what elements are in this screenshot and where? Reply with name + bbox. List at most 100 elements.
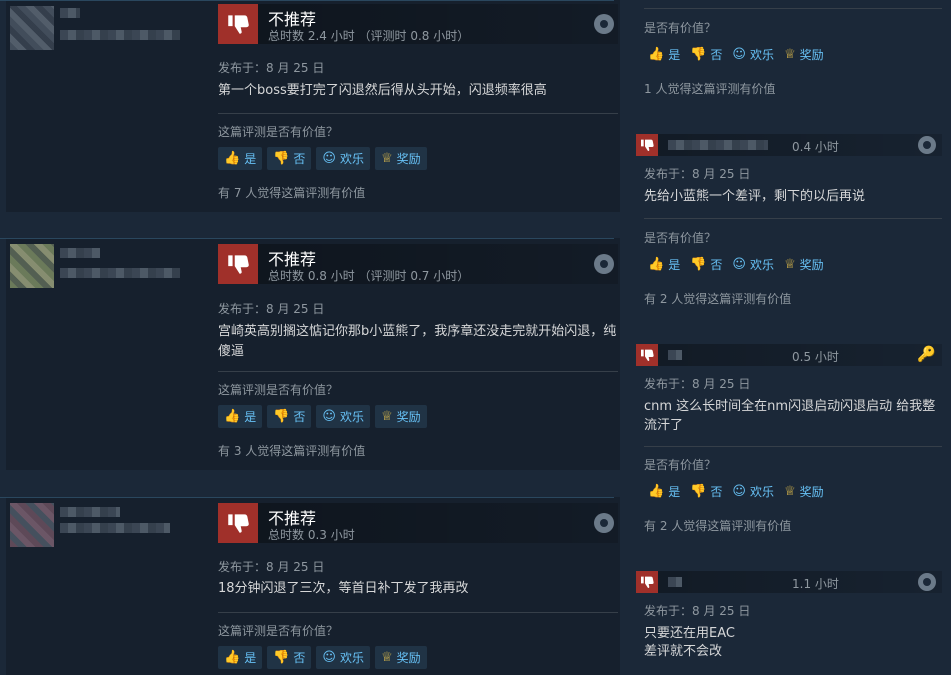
review-card-small: 1.1 小时 发布于：8 月 25 日 只要还在用EAC 差评就不会改 xyxy=(636,571,946,675)
vote-funny-button[interactable]: ☺ 欢乐 xyxy=(316,405,370,428)
playtime: 总时数 0.8 小时 （评测时 0.7 小时） xyxy=(268,269,470,283)
posted-date: 发布于：8 月 25 日 xyxy=(218,302,325,316)
steam-icon xyxy=(918,136,936,154)
award-button[interactable]: ♕ 奖励 xyxy=(780,480,828,503)
vote-buttons: 👍 是 👎 否 ☺ 欢乐 ♕ 奖励 xyxy=(644,253,828,276)
award-button[interactable]: ♕ 奖励 xyxy=(780,253,828,276)
vote-funny-button[interactable]: ☺ 欢乐 xyxy=(728,253,778,276)
reviewer-name[interactable] xyxy=(60,8,80,18)
vote-yes-button[interactable]: 👍 是 xyxy=(218,405,263,428)
award-button[interactable]: ♕ 奖励 xyxy=(374,646,427,669)
vote-buttons: 👍 是 👎 否 ☺ 欢乐 ♕ 奖励 xyxy=(644,43,828,66)
yes-label: 是 xyxy=(244,410,257,424)
vote-header[interactable]: 不推荐 总时数 2.4 小时 （评测时 0.8 小时） xyxy=(218,4,618,44)
thumbs-up-icon: 👍 xyxy=(224,409,241,424)
vote-yes-button[interactable]: 👍 是 xyxy=(644,253,684,276)
vote-header[interactable]: 0.5 小时 🔑 xyxy=(636,344,942,366)
posted-date: 发布于：8 月 25 日 xyxy=(644,167,751,181)
helpful-question: 这篇评测是否有价值？ xyxy=(218,383,339,397)
steam-icon xyxy=(594,513,614,533)
divider xyxy=(218,371,618,372)
funny-label: 欢乐 xyxy=(339,651,364,665)
review-card: 不推荐 总时数 2.4 小时 （评测时 0.8 小时） 发布于：8 月 25 日… xyxy=(0,0,620,212)
vote-no-button[interactable]: 👎 否 xyxy=(267,405,312,428)
funny-label: 欢乐 xyxy=(339,410,364,424)
vote-no-button[interactable]: 👎 否 xyxy=(267,646,312,669)
playtime: 0.4 小时 xyxy=(792,140,839,154)
review-card: 不推荐 总时数 0.8 小时 （评测时 0.7 小时） 发布于：8 月 25 日… xyxy=(0,238,620,470)
helpful-count: 有 3 人觉得这篇评测有价值 xyxy=(218,444,366,458)
thumbs-down-icon: 👎 xyxy=(690,257,707,272)
thumbs-down-icon: 👎 xyxy=(273,409,290,424)
no-label: 否 xyxy=(710,48,723,62)
thumbs-up-icon: 👍 xyxy=(224,151,241,166)
vote-funny-button[interactable]: ☺ 欢乐 xyxy=(728,43,778,66)
vote-buttons: 👍 是 👎 否 ☺ 欢乐 ♕ 奖励 xyxy=(218,646,427,669)
vote-funny-button[interactable]: ☺ 欢乐 xyxy=(316,646,370,669)
no-label: 否 xyxy=(293,410,306,424)
posted-date: 发布于：8 月 25 日 xyxy=(218,61,325,75)
vote-no-button[interactable]: 👎 否 xyxy=(267,147,312,170)
vote-yes-button[interactable]: 👍 是 xyxy=(644,480,684,503)
award-button[interactable]: ♕ 奖励 xyxy=(374,405,427,428)
award-icon: ♕ xyxy=(380,409,393,424)
funny-label: 欢乐 xyxy=(749,258,774,272)
helpful-count: 有 7 人觉得这篇评测有价值 xyxy=(218,186,366,200)
thumbs-down-icon xyxy=(218,244,258,284)
vote-yes-button[interactable]: 👍 是 xyxy=(218,147,263,170)
divider xyxy=(218,612,618,613)
award-icon: ♕ xyxy=(783,257,796,272)
review-text: 差评就不会改 xyxy=(644,644,723,659)
reviewer-name[interactable] xyxy=(668,577,682,587)
yes-label: 是 xyxy=(668,258,681,272)
award-label: 奖励 xyxy=(799,485,824,499)
award-icon: ♕ xyxy=(783,47,796,62)
no-label: 否 xyxy=(710,485,723,499)
thumbs-up-icon: 👍 xyxy=(648,47,665,62)
review-card-small: 0.5 小时 🔑 发布于：8 月 25 日 cnm 这么长时间全在nm闪退启动闪… xyxy=(636,344,946,544)
reviewer-name[interactable] xyxy=(60,248,100,258)
no-label: 否 xyxy=(293,152,306,166)
review-text: 第一个boss要打完了闪退然后得从头开始，闪退频率很高 xyxy=(218,83,547,98)
vote-no-button[interactable]: 👎 否 xyxy=(686,253,726,276)
vote-funny-button[interactable]: ☺ 欢乐 xyxy=(316,147,370,170)
vote-yes-button[interactable]: 👍 是 xyxy=(218,646,263,669)
helpful-count: 1 人觉得这篇评测有价值 xyxy=(644,82,776,96)
thumbs-down-icon: 👎 xyxy=(273,650,290,665)
thumbs-up-icon: 👍 xyxy=(648,484,665,499)
vote-no-button[interactable]: 👎 否 xyxy=(686,43,726,66)
avatar[interactable] xyxy=(10,6,54,50)
thumbs-down-icon: 👎 xyxy=(273,151,290,166)
playtime: 总时数 2.4 小时 （评测时 0.8 小时） xyxy=(268,29,470,43)
vote-header[interactable]: 1.1 小时 xyxy=(636,571,942,593)
smile-icon: ☺ xyxy=(322,409,336,424)
vote-yes-button[interactable]: 👍 是 xyxy=(644,43,684,66)
helpful-question: 是否有价值？ xyxy=(644,458,717,472)
award-button[interactable]: ♕ 奖励 xyxy=(374,147,427,170)
vote-header[interactable]: 0.4 小时 xyxy=(636,134,942,156)
reviewer-name[interactable] xyxy=(60,507,120,517)
smile-icon: ☺ xyxy=(732,47,746,62)
award-button[interactable]: ♕ 奖励 xyxy=(780,43,828,66)
avatar[interactable] xyxy=(10,503,54,547)
reviewer-stats xyxy=(60,268,180,278)
award-icon: ♕ xyxy=(380,151,393,166)
vote-buttons: 👍 是 👎 否 ☺ 欢乐 ♕ 奖励 xyxy=(644,480,828,503)
vote-header[interactable]: 不推荐 总时数 0.3 小时 xyxy=(218,503,618,543)
thumbs-down-icon xyxy=(218,503,258,543)
award-label: 奖励 xyxy=(799,48,824,62)
posted-date: 发布于：8 月 25 日 xyxy=(644,604,751,618)
reviewer-name[interactable] xyxy=(668,140,768,150)
vote-funny-button[interactable]: ☺ 欢乐 xyxy=(728,480,778,503)
thumbs-down-icon: 👎 xyxy=(690,484,707,499)
helpful-question: 是否有价值？ xyxy=(644,231,717,245)
avatar[interactable] xyxy=(10,244,54,288)
vote-no-button[interactable]: 👎 否 xyxy=(686,480,726,503)
review-text: 宫崎英高别搁这惦记你那b小蓝熊了，我序章还没走完就开始闪退，纯傻逼 xyxy=(218,324,617,359)
posted-date: 发布于：8 月 25 日 xyxy=(218,560,325,574)
helpful-question: 是否有价值？ xyxy=(644,21,717,35)
vote-header[interactable]: 不推荐 总时数 0.8 小时 （评测时 0.7 小时） xyxy=(218,244,618,284)
yes-label: 是 xyxy=(668,485,681,499)
steam-icon xyxy=(918,573,936,591)
reviewer-name[interactable] xyxy=(668,350,682,360)
